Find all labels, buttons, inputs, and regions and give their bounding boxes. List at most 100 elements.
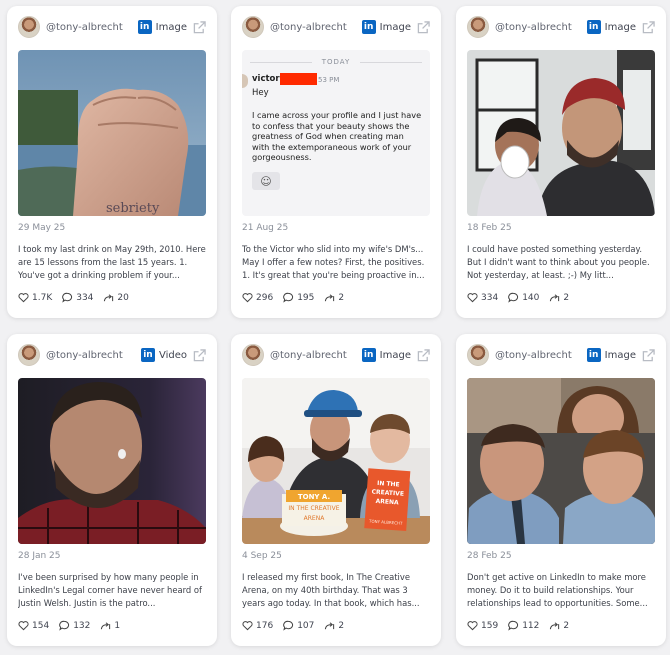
post-image[interactable]: IN THE CREATIVE ARENA TONY A. IN THE CRE… (242, 378, 430, 544)
post-card[interactable]: @tony-albrecht in Video 28 Jan 25 I've b… (7, 334, 217, 646)
comments-count: 195 (297, 292, 315, 303)
card-header: @tony-albrecht in Image (242, 16, 430, 38)
svg-text:TONY A.: TONY A. (298, 493, 330, 501)
reposts-stat: 2 (324, 620, 344, 631)
repost-icon (325, 622, 335, 630)
comments-stat: 140 (508, 292, 539, 303)
external-link-icon[interactable] (193, 348, 206, 362)
sender-avatar (242, 74, 248, 88)
message-greeting: Hey (252, 88, 269, 98)
comments-stat: 107 (283, 620, 314, 631)
external-link-icon[interactable] (642, 20, 655, 34)
post-text: I released my first book, In The Creativ… (242, 572, 420, 609)
post-date: 18 Feb 25 (467, 223, 512, 233)
post-stats: 176 107 2 (242, 620, 354, 631)
post-stats: 1.7K 334 20 (18, 292, 139, 303)
reposts-stat: 20 (103, 292, 129, 303)
comment-icon (508, 292, 519, 303)
likes-count: 334 (481, 292, 499, 303)
comment-icon (283, 620, 294, 631)
heart-icon (242, 621, 253, 631)
heart-icon (18, 621, 29, 631)
comment-icon (59, 620, 70, 631)
post-stats: 154 132 1 (18, 620, 130, 631)
message-body: I came across your profile and I just ha… (252, 110, 422, 163)
media-type-label: Image (604, 349, 636, 361)
reposts-count: 1 (114, 620, 121, 631)
external-link-icon[interactable] (642, 348, 655, 362)
post-date: 4 Sep 25 (242, 551, 282, 561)
svg-text:sebriety: sebriety (106, 201, 160, 216)
reposts-stat: 2 (549, 292, 569, 303)
media-type-label: Image (155, 21, 187, 33)
post-image[interactable] (467, 378, 655, 544)
heart-icon (18, 293, 29, 303)
likes-stat: 176 (242, 620, 273, 631)
heart-icon (467, 293, 478, 303)
card-header: @tony-albrecht in Image (18, 16, 206, 38)
comment-icon (62, 292, 73, 303)
post-text: I've been surprised by how many people i… (18, 572, 202, 609)
post-card[interactable]: @tony-albrecht in Image TODAY victor 53 … (231, 6, 441, 318)
comment-icon (283, 292, 294, 303)
card-header: @tony-albrecht in Image (242, 344, 430, 366)
comments-count: 334 (76, 292, 94, 303)
avatar (242, 16, 264, 38)
author-handle[interactable]: @tony-albrecht (46, 22, 138, 33)
post-date: 21 Aug 25 (242, 223, 289, 233)
reposts-stat: 1 (100, 620, 120, 631)
sender-name: victor (252, 74, 280, 84)
media-type-label: Image (604, 21, 636, 33)
likes-count: 176 (256, 620, 274, 631)
post-stats: 159 112 2 (467, 620, 579, 631)
card-header: @tony-albrecht in Video (18, 344, 206, 366)
avatar (18, 16, 40, 38)
post-text: I could have posted something yesterday.… (467, 244, 650, 281)
post-image[interactable]: sebriety (18, 50, 206, 216)
post-text: I took my last drink on May 29th, 2010. … (18, 244, 206, 281)
heart-icon (242, 293, 253, 303)
external-link-icon[interactable] (193, 20, 206, 34)
post-date: 28 Feb 25 (467, 551, 512, 561)
post-card[interactable]: @tony-albrecht in Image sebriety 29 May … (7, 6, 217, 318)
add-reaction-icon: ☺ (252, 172, 280, 190)
post-card[interactable]: @tony-albrecht in Image 18 Feb 25 I coul… (456, 6, 666, 318)
author-handle[interactable]: @tony-albrecht (270, 22, 362, 33)
message-time: 53 PM (318, 76, 340, 84)
heart-icon (467, 621, 478, 631)
post-card[interactable]: @tony-albrecht in Image 28 Feb 25 Don't … (456, 334, 666, 646)
author-handle[interactable]: @tony-albrecht (495, 22, 587, 33)
post-video-thumbnail[interactable] (18, 378, 206, 544)
redaction-block (280, 73, 317, 85)
author-handle[interactable]: @tony-albrecht (46, 350, 141, 361)
likes-count: 1.7K (32, 292, 53, 303)
post-date: 28 Jan 25 (18, 551, 61, 561)
repost-icon (550, 622, 560, 630)
likes-count: 159 (481, 620, 499, 631)
repost-icon (104, 294, 114, 302)
comments-count: 140 (522, 292, 540, 303)
likes-count: 154 (32, 620, 50, 631)
linkedin-icon: in (361, 20, 376, 34)
post-image[interactable] (467, 50, 655, 216)
reposts-count: 2 (563, 292, 570, 303)
likes-stat: 159 (467, 620, 498, 631)
avatar (467, 344, 489, 366)
likes-stat: 334 (467, 292, 498, 303)
post-card[interactable]: @tony-albrecht in Image IN THE CREATIVE (231, 334, 441, 646)
reposts-count: 2 (338, 292, 345, 303)
comments-stat: 334 (62, 292, 93, 303)
post-image[interactable]: TODAY victor 53 PM Hey I came across you… (242, 50, 430, 216)
reposts-stat: 2 (549, 620, 569, 631)
avatar (18, 344, 40, 366)
author-handle[interactable]: @tony-albrecht (495, 350, 587, 361)
external-link-icon[interactable] (417, 20, 430, 34)
svg-text:ARENA: ARENA (304, 515, 326, 522)
author-handle[interactable]: @tony-albrecht (270, 350, 362, 361)
avatar (467, 16, 489, 38)
linkedin-icon: in (140, 348, 155, 362)
comments-count: 107 (297, 620, 315, 631)
external-link-icon[interactable] (417, 348, 430, 362)
post-date: 29 May 25 (18, 223, 66, 233)
comments-count: 132 (73, 620, 91, 631)
